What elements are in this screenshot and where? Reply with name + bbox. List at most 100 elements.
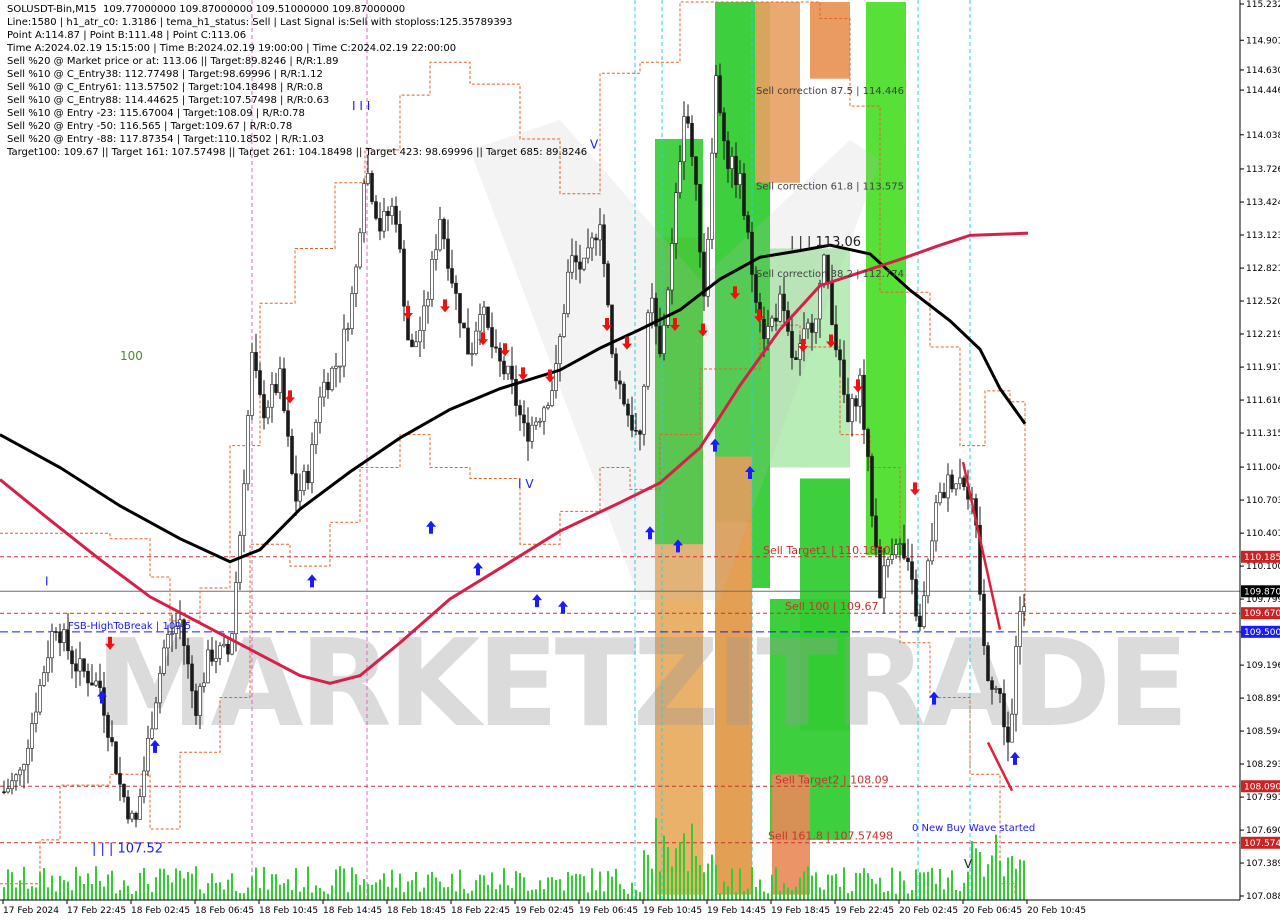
volume-bar: [299, 891, 301, 900]
candle-body: [74, 663, 78, 672]
volume-bar: [515, 871, 517, 900]
candle-body: [218, 645, 222, 659]
candle-body: [426, 298, 430, 307]
candle-body: [678, 161, 682, 193]
time-tick-label: 18 Feb 14:45: [323, 906, 382, 916]
price-badge-label: 109.870: [1244, 587, 1280, 597]
candle-body: [214, 658, 218, 662]
volume-bar: [79, 876, 81, 900]
price-tick-label: 111.616: [1246, 396, 1280, 406]
volume-bar: [63, 880, 65, 900]
volume-bar: [847, 893, 849, 900]
price-badge-label: 108.090: [1244, 782, 1280, 792]
volume-bar: [59, 875, 61, 900]
candle-body: [598, 224, 602, 241]
volume-bar: [527, 890, 529, 900]
candle-body: [922, 595, 926, 627]
volume-bar: [251, 876, 253, 900]
candle-body: [6, 788, 10, 793]
candle-body: [838, 349, 842, 361]
volume-bar: [723, 881, 725, 900]
info-line: Sell %20 @ Entry -88: 117.87354 | Target…: [7, 134, 324, 145]
candle-body: [402, 248, 406, 307]
candle-body: [322, 381, 326, 398]
volume-bar: [503, 868, 505, 900]
volume-bar: [199, 889, 201, 900]
candle-body: [86, 670, 90, 684]
candle-body: [382, 211, 386, 232]
candle-body: [410, 339, 414, 348]
volume-bar: [47, 887, 49, 900]
candle-body: [1018, 611, 1022, 647]
candle-body: [22, 764, 26, 771]
volume-bar: [879, 877, 881, 900]
candle-body: [82, 658, 86, 672]
candle-body: [106, 715, 110, 738]
candle-body: [162, 647, 166, 674]
volume-bar: [223, 889, 225, 900]
volume-bar: [243, 893, 245, 900]
volume-bar: [519, 872, 521, 900]
volume-bar: [775, 867, 777, 900]
volume-bar: [423, 887, 425, 900]
annotation-label: Sell correction 87.5 | 114.446: [756, 86, 904, 97]
candle-body: [918, 615, 922, 627]
candle-body: [894, 544, 898, 556]
volume-bar: [959, 890, 961, 900]
candle-body: [630, 414, 634, 431]
volume-bar: [631, 882, 633, 900]
volume-bar: [683, 833, 685, 900]
volume-bar: [559, 879, 561, 900]
volume-bar: [99, 880, 101, 900]
candle-body: [126, 796, 130, 820]
volume-bar: [327, 893, 329, 900]
volume-bar: [39, 872, 41, 900]
volume-bar: [1007, 857, 1009, 900]
annotation-label: Sell correction 61.8 | 113.575: [756, 181, 904, 192]
candle-body: [422, 305, 426, 331]
candle-body: [478, 314, 482, 332]
volume-bar: [267, 889, 269, 900]
price-tick-label: 109.196: [1246, 661, 1280, 671]
volume-bar: [999, 860, 1001, 900]
time-tick-label: 19 Feb 02:45: [515, 906, 574, 916]
volume-bar: [219, 882, 221, 900]
volume-bar: [915, 869, 917, 900]
volume-bar: [275, 874, 277, 900]
candle-body: [286, 410, 290, 437]
candle-body: [142, 770, 146, 797]
candle-body: [438, 219, 442, 251]
volume-bar: [147, 883, 149, 900]
volume-bar: [991, 855, 993, 900]
candle-body: [98, 680, 102, 688]
volume-bar: [295, 868, 297, 900]
volume-bar: [883, 892, 885, 900]
candle-body: [254, 352, 258, 371]
volume-bar: [119, 889, 121, 900]
volume-bar: [175, 868, 177, 900]
volume-bar: [411, 880, 413, 900]
candle-body: [650, 297, 654, 314]
price-badge-label: 109.670: [1244, 609, 1280, 619]
volume-bar: [1011, 855, 1013, 900]
volume-bar: [743, 891, 745, 900]
volume-bar: [279, 884, 281, 900]
candle-body: [26, 747, 30, 765]
annotation-label: | | | 107.52: [92, 842, 163, 857]
candle-body: [58, 631, 62, 644]
volume-bar: [191, 873, 193, 900]
volume-bar: [439, 881, 441, 900]
candle-body: [610, 304, 614, 355]
candle-body: [774, 317, 778, 322]
volume-bar: [747, 888, 749, 900]
candle-body: [534, 421, 538, 426]
candle-body: [734, 156, 738, 185]
candle-body: [314, 422, 318, 445]
candle-body: [866, 429, 870, 457]
volume-bar: [815, 872, 817, 900]
candle-body: [782, 293, 786, 311]
volume-bar: [83, 883, 85, 900]
candle-body: [518, 405, 522, 416]
candle-body: [134, 812, 138, 820]
candle-body: [770, 317, 774, 327]
